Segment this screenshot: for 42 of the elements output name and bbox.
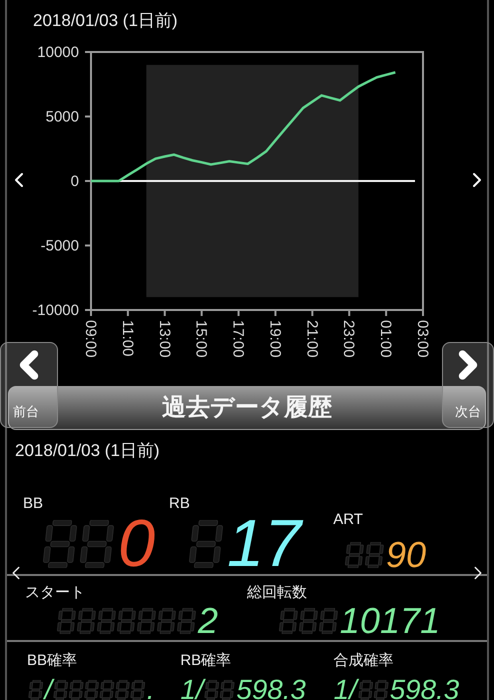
y-tick-label: -5000 xyxy=(40,237,79,254)
digit-readout: 10171 xyxy=(340,608,440,634)
x-tick-label: 09:00 xyxy=(82,320,99,358)
digit-readout: 598.3 xyxy=(236,680,306,700)
digit-readout: 0 xyxy=(118,520,156,568)
x-tick-label: 17:00 xyxy=(230,320,247,358)
digit-readout: 90 xyxy=(386,542,426,568)
digit-readout: 1/ xyxy=(334,680,357,700)
counter-label: BB xyxy=(23,494,44,514)
x-tick-label: 01:00 xyxy=(377,320,394,358)
unlit-digits-drawing xyxy=(27,680,44,700)
y-tick-label: -10000 xyxy=(32,302,79,319)
x-tick-label: 21:00 xyxy=(303,320,320,358)
x-tick-label: 19:00 xyxy=(266,320,284,358)
probability-label: 合成確率 xyxy=(332,650,395,670)
x-tick-label: 13:00 xyxy=(156,320,173,358)
digit-readout: . xyxy=(146,680,154,700)
x-tick-label: 03:00 xyxy=(414,320,431,358)
previous-machine-button[interactable]: 前台 xyxy=(0,342,58,428)
unlit-digits-drawing xyxy=(277,608,340,634)
y-tick-label: 5000 xyxy=(46,108,79,126)
digit-readout: 1/ xyxy=(180,680,204,700)
next-machine-button[interactable]: 次台 xyxy=(442,342,494,428)
chart-date: 2018/01/03 (1日前) xyxy=(33,10,178,32)
total-label: 総回転数 xyxy=(247,582,308,602)
unlit-digits-drawing xyxy=(343,542,386,568)
section-title: 過去データ履歴 xyxy=(162,392,332,423)
y-tick-label: 0 xyxy=(70,172,79,190)
digit-readout: 17 xyxy=(227,520,302,568)
x-tick-label: 23:00 xyxy=(340,320,358,358)
probability-label: RB確率 xyxy=(179,650,232,670)
counter-label: RB xyxy=(169,494,191,514)
y-tick-label: 10000 xyxy=(37,44,79,61)
probability-label: BB確率 xyxy=(26,650,78,670)
digit-readout: 598.3 xyxy=(390,680,460,700)
summary-date: 2018/01/03 (1日前) xyxy=(15,440,160,460)
total-label: スタート xyxy=(25,582,86,602)
digit-readout: / xyxy=(44,680,52,700)
x-tick-label: 11:00 xyxy=(118,320,136,356)
digit-readout: 2 xyxy=(198,608,218,634)
x-tick-label: 15:00 xyxy=(192,320,210,358)
counter-label: ART xyxy=(333,510,364,530)
